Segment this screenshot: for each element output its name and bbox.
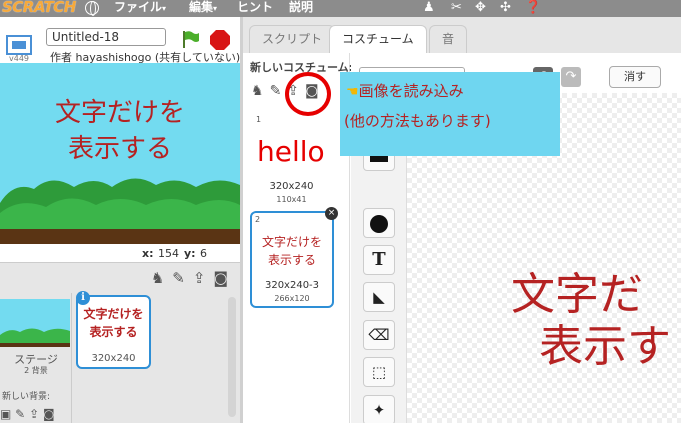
scratch-logo[interactable]: SCRATCH (2, 0, 76, 16)
y-value: 6 (200, 247, 207, 260)
stage-selector[interactable]: ステージ 2 背景 新しい背景: ▣ ✎ ⇪ ◙ (0, 293, 72, 423)
editor-tabs: スクリプト コスチューム 音 (243, 17, 681, 53)
costume-number: 2 (255, 215, 261, 224)
callout-line2: (他の方法もあります) (344, 112, 491, 130)
magic-wand-tool[interactable]: ✦ (363, 395, 395, 423)
costume-size: 110x41 (276, 195, 307, 204)
highlight-circle (285, 72, 331, 116)
annotation-callout: ☚画像を読み込み (他の方法もあります) (340, 72, 560, 156)
bucket-icon: ◣ (373, 288, 385, 306)
stage-thumbnail-hills (0, 328, 70, 347)
backdrop-camera-icon[interactable]: ◙ (43, 407, 55, 421)
x-label: x: (142, 247, 154, 260)
upload-icon[interactable]: ⇪ (193, 269, 206, 287)
stage-header: v449 作者 hayashishogo (共有していない) (0, 17, 240, 64)
costume-size: 266x120 (274, 294, 310, 303)
sprite-name: 320x240 (91, 353, 136, 364)
tab-costumes[interactable]: コスチューム (329, 25, 427, 53)
x-value: 154 (158, 247, 179, 260)
stage-text-line1: 文字だけを (54, 98, 185, 128)
menu-edit[interactable]: 編集▾ (189, 0, 217, 16)
info-icon[interactable]: i (76, 291, 90, 305)
sprite-library-icon[interactable]: ♞ (151, 269, 164, 287)
ellipse-tool[interactable] (363, 208, 395, 238)
canvas-text-line2: 表示す (539, 321, 671, 372)
stage-canvas[interactable]: 文字だけを 表示する (0, 63, 240, 244)
sprite-preview-text: 文字だけを 表示する (78, 305, 149, 341)
costume-preview-line2: 表示する (267, 253, 316, 267)
wand-icon: ✦ (372, 401, 386, 419)
menu-about[interactable]: 説明 (289, 0, 313, 14)
sprite-thumbnail[interactable]: i 文字だけを 表示する 320x240 (76, 291, 151, 369)
tab-scripts[interactable]: スクリプト (249, 25, 336, 53)
stop-icon[interactable] (210, 30, 230, 50)
mouse-coordinates: x: 154 y: 6 (0, 244, 240, 262)
select-icon: ⬚ (371, 363, 387, 381)
version-label: v449 (9, 54, 30, 63)
callout-line1: ☚画像を読み込み (346, 80, 464, 101)
chevron-down-icon: ▾ (213, 4, 218, 13)
sprite-preview-line2: 表示する (89, 325, 138, 339)
stage-text-line2: 表示する (67, 134, 172, 164)
canvas-text: 文字だ 表示す (511, 269, 681, 373)
eraser-tool[interactable]: ⌫ (363, 320, 395, 350)
stage-text: 文字だけを 表示する (0, 95, 240, 167)
camera-icon[interactable]: ◙ (213, 269, 228, 287)
menu-tips[interactable]: ヒント (237, 0, 273, 14)
ellipse-icon (370, 214, 388, 233)
select-tool[interactable]: ⬚ (363, 357, 395, 387)
callout-line1-text: 画像を読み込み (358, 82, 464, 100)
stage-thumbnail[interactable] (0, 299, 70, 347)
eraser-icon: ⌫ (368, 326, 390, 344)
costume-preview-text[interactable]: hello (257, 135, 325, 168)
text-tool[interactable]: T (363, 245, 395, 275)
sprite-scrollbar[interactable] (228, 297, 236, 417)
backdrop-count: 2 背景 (24, 366, 48, 375)
y-label: y: (184, 247, 196, 260)
menu-edit-label: 編集 (189, 0, 214, 14)
costume-paint-icon[interactable]: ✎ (270, 83, 282, 99)
fill-tool[interactable]: ◣ (363, 282, 395, 312)
tab-sounds[interactable]: 音 (429, 25, 468, 53)
new-sprite-tools: ♞ ✎ ⇪ ◙ (143, 269, 228, 287)
redo-button[interactable]: ↷ (561, 67, 581, 87)
shrink-icon[interactable]: ✣ (500, 0, 511, 15)
fullscreen-icon[interactable] (6, 35, 32, 55)
new-backdrop-label: 新しい背景: (2, 392, 51, 402)
grow-icon[interactable]: ✥ (475, 0, 486, 15)
sprite-preview-line1: 文字だけを (83, 307, 144, 321)
menu-bar: SCRATCH ファイル▾ 編集▾ ヒント 説明 ♟ ✂ ✥ ✣ ❓ (0, 0, 681, 17)
stamp-icon[interactable]: ♟ (423, 0, 435, 15)
close-icon[interactable]: × (325, 207, 338, 220)
project-title-input[interactable] (46, 28, 166, 46)
costume-thumbnail-selected[interactable]: 2 × 文字だけを 表示する 320x240-3 266x120 (250, 207, 338, 308)
menu-file-label: ファイル (114, 0, 163, 14)
menu-file[interactable]: ファイル▾ (114, 0, 166, 16)
globe-icon[interactable] (85, 1, 99, 16)
sprite-panel: ♞ ✎ ⇪ ◙ ステージ 2 背景 新しい背景: ▣ ✎ ⇪ ◙ i 文字だけを 表示… (0, 262, 240, 423)
costume-preview-line1: 文字だけを (261, 235, 322, 249)
costume-preview-text: 文字だけを 表示する (252, 233, 332, 269)
pointing-hand-icon: ☚ (346, 84, 359, 100)
backdrop-library-icon[interactable]: ▣ (0, 407, 11, 421)
costume-name: 320x240 (269, 181, 314, 192)
scissors-icon[interactable]: ✂ (451, 0, 462, 15)
backdrop-upload-icon[interactable]: ⇪ (29, 407, 39, 421)
clear-button[interactable]: 消す (609, 66, 661, 88)
canvas-text-line1: 文字だ (511, 269, 643, 320)
green-flag-icon[interactable] (181, 30, 199, 48)
help-icon[interactable]: ❓ (525, 0, 541, 15)
backdrop-paint-icon[interactable]: ✎ (15, 407, 25, 421)
costume-number: 1 (256, 115, 262, 124)
costume-library-icon[interactable]: ♞ (251, 83, 264, 99)
text-icon: T (372, 249, 386, 270)
new-backdrop-tools: ▣ ✎ ⇪ ◙ (0, 407, 55, 421)
costume-name: 320x240-3 (264, 280, 320, 291)
paint-brush-icon[interactable]: ✎ (172, 269, 185, 287)
chevron-down-icon: ▾ (162, 4, 167, 13)
